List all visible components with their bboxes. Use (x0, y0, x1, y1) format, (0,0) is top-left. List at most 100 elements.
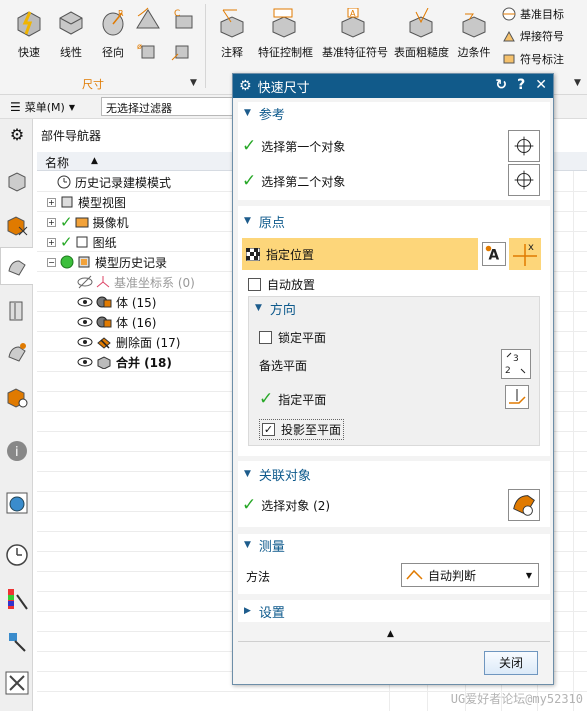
specify-plane-row[interactable]: ✓ 指定平面 (259, 389, 326, 409)
reuse-library-icon[interactable] (5, 299, 29, 323)
tree-row-datum-csys[interactable]: 基准坐标系 (0) (77, 272, 195, 292)
symbol-annotation-button[interactable]: 符号标注 (502, 51, 564, 67)
direction-subsection-header[interactable]: ▼ 方向 (249, 297, 539, 319)
close-icon[interactable]: ✕ (535, 77, 547, 93)
lock-plane-checkbox[interactable]: 锁定平面 (259, 329, 326, 346)
tree-row-drawings[interactable]: + ✓ 图纸 (47, 232, 117, 252)
chevron-down-icon: ▼ (68, 102, 75, 112)
info-icon[interactable]: i (5, 439, 29, 463)
select-second-crosshair-button[interactable] (508, 164, 540, 196)
settings-section-header[interactable]: ▶ 设置 (238, 600, 550, 622)
quick-dimension-button[interactable]: 快速 (14, 8, 44, 60)
select-associated-objects-button[interactable] (508, 489, 540, 521)
tools-icon[interactable] (5, 671, 29, 695)
datum-csys-icon (96, 276, 110, 288)
weld-symbol-button[interactable]: 焊接符号 (502, 28, 564, 44)
datum-target-button[interactable]: 基准目标 (502, 6, 564, 22)
auto-infer-icon (406, 569, 423, 580)
group-expand-arrow[interactable]: ▼ (190, 78, 197, 88)
selection-filter-dropdown[interactable]: 无选择过滤器 (101, 97, 236, 116)
svg-text:x: x (528, 242, 534, 253)
menu-label: 菜单(M) (24, 101, 65, 114)
select-second-object[interactable]: ✓ 选择第二个对象 (242, 171, 345, 191)
tree-row-body-16[interactable]: 体 (16) (77, 312, 156, 332)
method-dropdown[interactable]: 自动判断 ▼ (401, 563, 539, 587)
checkered-flag-icon (246, 248, 260, 261)
collapse-more-arrow-icon[interactable]: ▲ (387, 629, 394, 639)
visualization-palette-icon[interactable] (5, 587, 29, 611)
eye-icon[interactable] (77, 315, 93, 329)
group-expand-arrow-right[interactable]: ▼ (574, 78, 581, 88)
expand-icon[interactable]: + (47, 217, 56, 227)
feature-control-frame-button[interactable]: 特征控制框 (258, 8, 313, 60)
unite-feature-icon (97, 356, 111, 369)
eye-icon[interactable] (77, 355, 93, 369)
settings-gear-icon[interactable]: ⚙ (239, 78, 252, 94)
hidden-eye-icon[interactable] (77, 275, 93, 289)
dimension-group-label: 尺寸 (82, 78, 104, 91)
tree-row-unite-18[interactable]: 合并 (18) (77, 352, 172, 372)
hd3d-tools-icon[interactable] (5, 341, 29, 365)
chamfer-dimension-icon[interactable]: C (170, 6, 198, 32)
thickness-dimension-icon[interactable]: ø (136, 40, 160, 64)
tree-row-history-mode[interactable]: 历史记录建模模式 (57, 172, 171, 192)
chevron-down-icon: ▼ (525, 570, 532, 580)
reference-section-header[interactable]: ▼ 参考 (238, 102, 550, 124)
watermark: UG爱好者论坛@my52310 (450, 692, 583, 706)
tree-row-body-15[interactable]: 体 (15) (77, 292, 156, 312)
plane-dialog-button[interactable] (505, 385, 529, 409)
history-clock-icon[interactable] (5, 543, 29, 567)
svg-text:A: A (350, 9, 356, 18)
select-objects-row[interactable]: ✓ 选择对象 (2) (242, 495, 330, 515)
dialog-title-bar[interactable]: ⚙ 快速尺寸 ↻ ? ✕ (233, 74, 553, 98)
alternate-plane-button[interactable]: 32 (501, 349, 531, 379)
origin-section: ▼ 原点 指定位置 A x 自动放置 ▼ 方向 锁定平面 备选平面 32 ✓ 指… (238, 206, 550, 456)
constraint-navigator-icon[interactable] (5, 213, 29, 237)
globe-browser-icon[interactable] (5, 491, 29, 515)
gear-icon[interactable]: ⚙ (5, 125, 29, 149)
web-browser-icon[interactable] (5, 385, 29, 409)
role-icon[interactable] (5, 629, 29, 653)
tree-row-delete-face-17[interactable]: 删除面 (17) (77, 332, 180, 352)
part-navigator-icon[interactable] (5, 255, 29, 279)
dialog-title: 快速尺寸 (257, 80, 310, 96)
origin-section-header[interactable]: ▼ 原点 (238, 210, 550, 232)
linear-dimension-button[interactable]: 线性 (56, 8, 86, 60)
checkbox-checked: ✓ (262, 423, 275, 436)
project-to-plane-checkbox[interactable]: ✓ 投影至平面 (259, 419, 345, 440)
arc-length-dimension-icon[interactable] (170, 40, 194, 64)
eye-icon[interactable] (77, 295, 93, 309)
associated-objects-header[interactable]: ▼ 关联对象 (238, 463, 550, 485)
edge-condition-button[interactable]: 边条件 (456, 8, 492, 60)
collapse-triangle-icon: ▼ (244, 108, 251, 118)
tree-row-model-views[interactable]: + 模型视图 (47, 192, 126, 212)
eye-icon[interactable] (77, 335, 93, 349)
column-name-label: 名称 (45, 156, 70, 170)
measure-section-header[interactable]: ▼ 测量 (238, 534, 550, 556)
tree-row-model-history[interactable]: − 模型历史记录 (47, 252, 167, 272)
checkmark-icon: ✓ (60, 213, 73, 231)
assembly-navigator-icon[interactable] (5, 169, 29, 193)
specify-location-row[interactable]: 指定位置 (246, 246, 314, 263)
radial-dimension-button[interactable]: R 径向 (98, 8, 128, 60)
close-button[interactable]: 关闭 (484, 651, 538, 675)
dialog-bottom-separator (238, 641, 550, 642)
point-dialog-button[interactable]: x (509, 238, 541, 270)
tree-row-cameras[interactable]: + ✓ 摄像机 (47, 212, 129, 232)
select-first-crosshair-button[interactable] (508, 130, 540, 162)
angle-dimension-icon[interactable] (134, 6, 162, 32)
expand-icon[interactable]: + (47, 237, 56, 247)
select-first-object[interactable]: ✓ 选择第一个对象 (242, 136, 345, 156)
reset-icon[interactable]: ↻ (495, 77, 507, 93)
collapse-icon[interactable]: − (47, 257, 56, 267)
expand-icon[interactable]: + (47, 197, 56, 207)
surface-finish-button[interactable]: 表面粗糙度 (394, 8, 449, 60)
note-button[interactable]: 注释 (215, 8, 249, 60)
auto-place-checkbox[interactable]: 自动放置 (248, 276, 315, 293)
datum-feature-symbol-button[interactable]: A 基准特征符号 (322, 8, 388, 60)
help-icon[interactable]: ? (517, 77, 525, 93)
menu-button[interactable]: ☰ 菜单(M) ▼ (10, 99, 75, 115)
radial-dimension-icon: R (102, 9, 124, 36)
text-settings-button[interactable]: A (482, 242, 506, 266)
svg-text:C: C (174, 9, 180, 19)
